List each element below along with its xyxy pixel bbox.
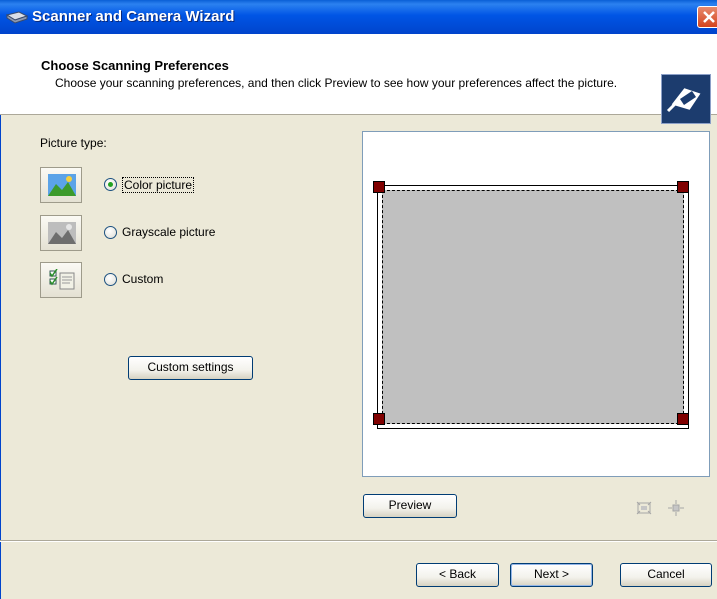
wizard-header: Choose Scanning Preferences Choose your … xyxy=(0,34,717,124)
zoom-in-icon[interactable] xyxy=(636,500,652,516)
title-bar: Scanner and Camera Wizard xyxy=(0,0,717,34)
custom-icon xyxy=(40,262,82,298)
preview-button[interactable]: Preview xyxy=(363,494,457,518)
crop-handle-top-right[interactable] xyxy=(677,181,689,193)
crop-handle-top-left[interactable] xyxy=(373,181,385,193)
crop-handle-bottom-right[interactable] xyxy=(677,413,689,425)
preview-pane xyxy=(362,131,710,477)
grayscale-picture-radio[interactable] xyxy=(104,226,117,239)
scanner-icon xyxy=(5,11,29,24)
footer-divider xyxy=(0,540,717,542)
color-picture-icon xyxy=(40,167,82,203)
crop-handle-bottom-left[interactable] xyxy=(373,413,385,425)
zoom-out-icon[interactable] xyxy=(668,500,684,516)
grayscale-picture-label[interactable]: Grayscale picture xyxy=(122,225,215,239)
wizard-icon xyxy=(661,74,711,124)
next-button[interactable]: Next > xyxy=(510,563,593,587)
custom-settings-button[interactable]: Custom settings xyxy=(128,356,253,380)
grayscale-picture-icon xyxy=(40,215,82,251)
window-title: Scanner and Camera Wizard xyxy=(32,8,235,25)
custom-radio[interactable] xyxy=(104,273,117,286)
scan-selection[interactable] xyxy=(382,190,684,424)
color-picture-label[interactable]: Color picture xyxy=(122,177,195,193)
close-button[interactable] xyxy=(697,6,717,28)
color-picture-radio[interactable] xyxy=(104,178,117,191)
picture-type-label: Picture type: xyxy=(40,136,107,150)
close-icon xyxy=(703,11,715,23)
page-title: Choose Scanning Preferences xyxy=(41,58,229,73)
back-button[interactable]: < Back xyxy=(416,563,499,587)
page-subtitle: Choose your scanning preferences, and th… xyxy=(55,76,618,90)
custom-label[interactable]: Custom xyxy=(122,272,163,286)
window-border xyxy=(0,34,1,599)
cancel-button[interactable]: Cancel xyxy=(620,563,712,587)
